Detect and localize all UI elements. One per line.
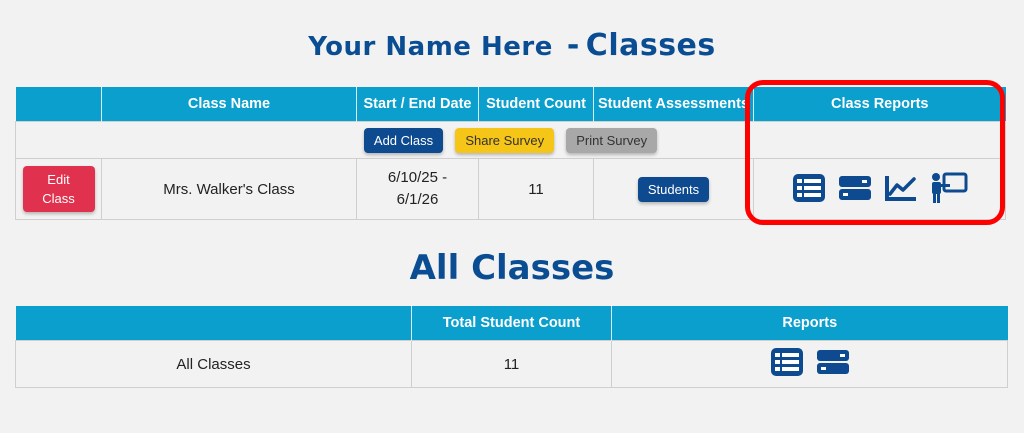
header-student-count[interactable]: Student Count bbox=[478, 87, 594, 122]
classes-header-row: Class Name Start / End Date Student Coun… bbox=[15, 87, 1006, 122]
header-dates[interactable]: Start / End Date bbox=[356, 87, 479, 122]
action-cell: Add Class Share Survey Print Survey bbox=[15, 121, 1006, 159]
all-classes-label: All Classes bbox=[15, 340, 412, 388]
class-name-cell: Mrs. Walker's Class bbox=[101, 158, 357, 220]
title-separator: - bbox=[566, 28, 580, 63]
header-class-name[interactable]: Class Name bbox=[101, 87, 357, 122]
header-edit bbox=[15, 87, 102, 122]
header-blank bbox=[15, 306, 412, 341]
all-classes-count: 11 bbox=[411, 340, 612, 388]
presenter-report-icon[interactable] bbox=[930, 172, 968, 204]
summary-report-icon[interactable] bbox=[816, 349, 850, 375]
classes-table: Class Name Start / End Date Student Coun… bbox=[15, 87, 1006, 220]
all-classes-title: All Classes bbox=[409, 248, 615, 288]
title-suffix: Classes bbox=[585, 28, 716, 63]
edit-class-button[interactable]: Edit Class bbox=[22, 166, 95, 212]
table-row: All Classes 11 bbox=[15, 340, 1008, 388]
edit-cell: Edit Class bbox=[15, 158, 102, 220]
dates-cell: 6/10/25 - 6/1/26 bbox=[356, 158, 479, 220]
list-report-icon[interactable] bbox=[770, 347, 804, 377]
student-count-cell: 11 bbox=[478, 158, 594, 220]
all-classes-header-row: Total Student Count Reports bbox=[15, 306, 1008, 341]
action-row: Add Class Share Survey Print Survey bbox=[15, 121, 1006, 159]
list-report-icon[interactable] bbox=[792, 173, 826, 203]
students-button[interactable]: Students bbox=[637, 176, 710, 202]
header-assessments: Student Assessments bbox=[593, 87, 754, 122]
print-survey-button[interactable]: Print Survey bbox=[566, 127, 658, 153]
share-survey-button[interactable]: Share Survey bbox=[455, 127, 555, 153]
page-title: Your Name Here - Classes bbox=[0, 28, 1024, 63]
summary-report-icon[interactable] bbox=[838, 175, 872, 201]
all-classes-table: Total Student Count Reports All Classes … bbox=[15, 306, 1008, 388]
table-row: Edit Class Mrs. Walker's Class 6/10/25 -… bbox=[15, 158, 1006, 220]
header-reports: Reports bbox=[611, 306, 1008, 341]
teacher-name: Your Name Here bbox=[308, 32, 553, 62]
header-class-reports: Class Reports bbox=[753, 87, 1006, 122]
add-class-button[interactable]: Add Class bbox=[363, 127, 444, 153]
class-reports-cell bbox=[753, 158, 1006, 220]
all-reports-cell bbox=[611, 340, 1008, 388]
chart-report-icon[interactable] bbox=[884, 174, 918, 202]
end-date: 6/1/26 bbox=[396, 191, 439, 208]
assessments-cell: Students bbox=[593, 158, 754, 220]
header-total-count: Total Student Count bbox=[411, 306, 612, 341]
start-date: 6/10/25 - bbox=[387, 169, 448, 186]
